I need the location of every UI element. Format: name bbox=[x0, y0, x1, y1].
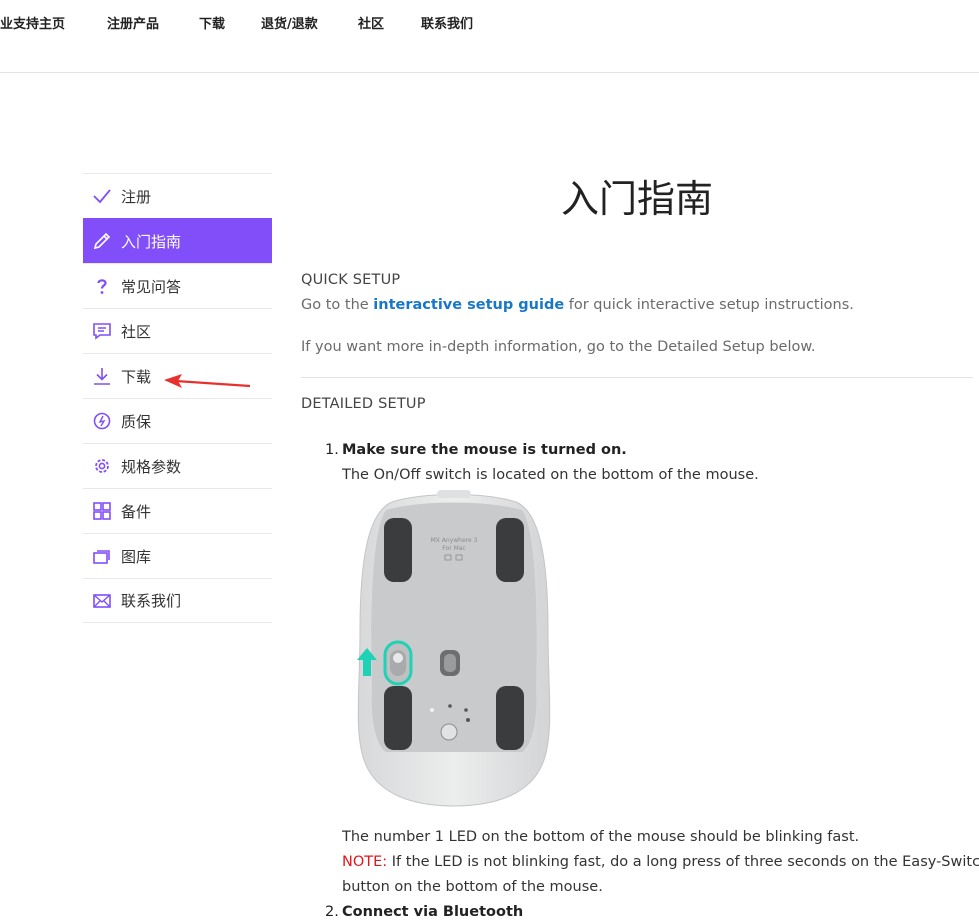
step-1-led-text: The number 1 LED on the bottom of the mo… bbox=[342, 829, 860, 845]
sidebar-item-label: 注册 bbox=[121, 187, 152, 206]
step-2-title: Connect via Bluetooth bbox=[342, 904, 524, 920]
interactive-setup-guide-link[interactable]: interactive setup guide bbox=[373, 297, 564, 313]
note-label: NOTE: bbox=[342, 854, 388, 870]
step-1-number: 1. bbox=[325, 442, 339, 458]
quick-setup-text-after: for quick interactive setup instructions… bbox=[564, 297, 854, 313]
nav-contact-us[interactable]: 联系我们 bbox=[421, 13, 473, 32]
sidebar-item-faq[interactable]: 常见问答 bbox=[83, 263, 272, 308]
page-title: 入门指南 bbox=[560, 177, 713, 221]
step-1-text: The On/Off switch is located on the bott… bbox=[342, 467, 759, 483]
nav-community[interactable]: 社区 bbox=[358, 13, 384, 32]
sidebar-item-community[interactable]: 社区 bbox=[83, 308, 272, 353]
detailed-info-text: If you want more in-depth information, g… bbox=[301, 339, 816, 355]
gear-icon bbox=[92, 456, 112, 476]
step-1-note-continued: button on the bottom of the mouse. bbox=[342, 879, 603, 895]
sidebar-item-label: 社区 bbox=[121, 322, 152, 341]
sidebar-item-getting-started[interactable]: 入门指南 bbox=[83, 218, 272, 263]
chat-icon bbox=[92, 321, 112, 341]
pencil-icon bbox=[92, 231, 112, 251]
red-arrow-annotation bbox=[164, 374, 251, 388]
check-icon bbox=[92, 186, 112, 206]
sidebar-menu: 注册 入门指南 常见问答 社区 下载 质保 规格参数 备件 图库 联系我们 bbox=[83, 173, 272, 623]
section-divider bbox=[301, 377, 973, 378]
sidebar-item-specs[interactable]: 规格参数 bbox=[83, 443, 272, 488]
sidebar-item-warranty[interactable]: 质保 bbox=[83, 398, 272, 443]
mouse-model-line1: MX Anywhere 3 bbox=[431, 537, 478, 544]
step-1-title: Make sure the mouse is turned on. bbox=[342, 442, 627, 458]
gallery-icon bbox=[92, 546, 112, 566]
quick-setup-text-before: Go to the bbox=[301, 297, 374, 313]
sidebar-item-contact[interactable]: 联系我们 bbox=[83, 578, 272, 623]
sidebar-item-register[interactable]: 注册 bbox=[83, 173, 272, 218]
warranty-icon bbox=[92, 411, 112, 431]
mail-icon bbox=[92, 591, 112, 611]
note-text: If the LED is not blinking fast, do a lo… bbox=[387, 854, 979, 870]
sidebar-item-label: 入门指南 bbox=[121, 232, 182, 251]
step-1-note: NOTE: If the LED is not blinking fast, d… bbox=[342, 854, 979, 870]
sidebar-item-label: 质保 bbox=[121, 412, 152, 431]
sidebar-item-label: 图库 bbox=[121, 547, 152, 566]
quick-setup-heading: QUICK SETUP bbox=[301, 272, 401, 288]
sidebar-item-label: 常见问答 bbox=[121, 277, 182, 296]
quick-setup-text: Go to the interactive setup guide for qu… bbox=[301, 297, 854, 313]
sidebar-item-label: 规格参数 bbox=[121, 457, 182, 476]
mouse-model-line2: For Mac bbox=[442, 545, 465, 552]
sidebar-item-label: 备件 bbox=[121, 502, 152, 521]
mouse-bottom-image: MX Anywhere 3 For Mac bbox=[357, 490, 551, 807]
sidebar-item-spare-parts[interactable]: 备件 bbox=[83, 488, 272, 533]
nav-enterprise-support[interactable]: 企业支持主页 bbox=[0, 13, 65, 32]
download-icon bbox=[92, 366, 112, 386]
step-2-number: 2. bbox=[325, 904, 339, 920]
grid-icon bbox=[92, 501, 112, 521]
detailed-setup-heading: DETAILED SETUP bbox=[301, 396, 426, 412]
nav-register-product[interactable]: 注册产品 bbox=[107, 13, 159, 32]
question-icon bbox=[92, 276, 112, 296]
sidebar-item-label: 联系我们 bbox=[121, 592, 182, 610]
nav-downloads[interactable]: 下载 bbox=[199, 13, 225, 32]
top-navigation: 企业支持主页 注册产品 下载 退货/退款 社区 联系我们 bbox=[0, 0, 979, 73]
nav-returns[interactable]: 退货/退款 bbox=[261, 13, 318, 32]
sidebar-item-gallery[interactable]: 图库 bbox=[83, 533, 272, 578]
sidebar-item-label: 下载 bbox=[121, 367, 152, 386]
